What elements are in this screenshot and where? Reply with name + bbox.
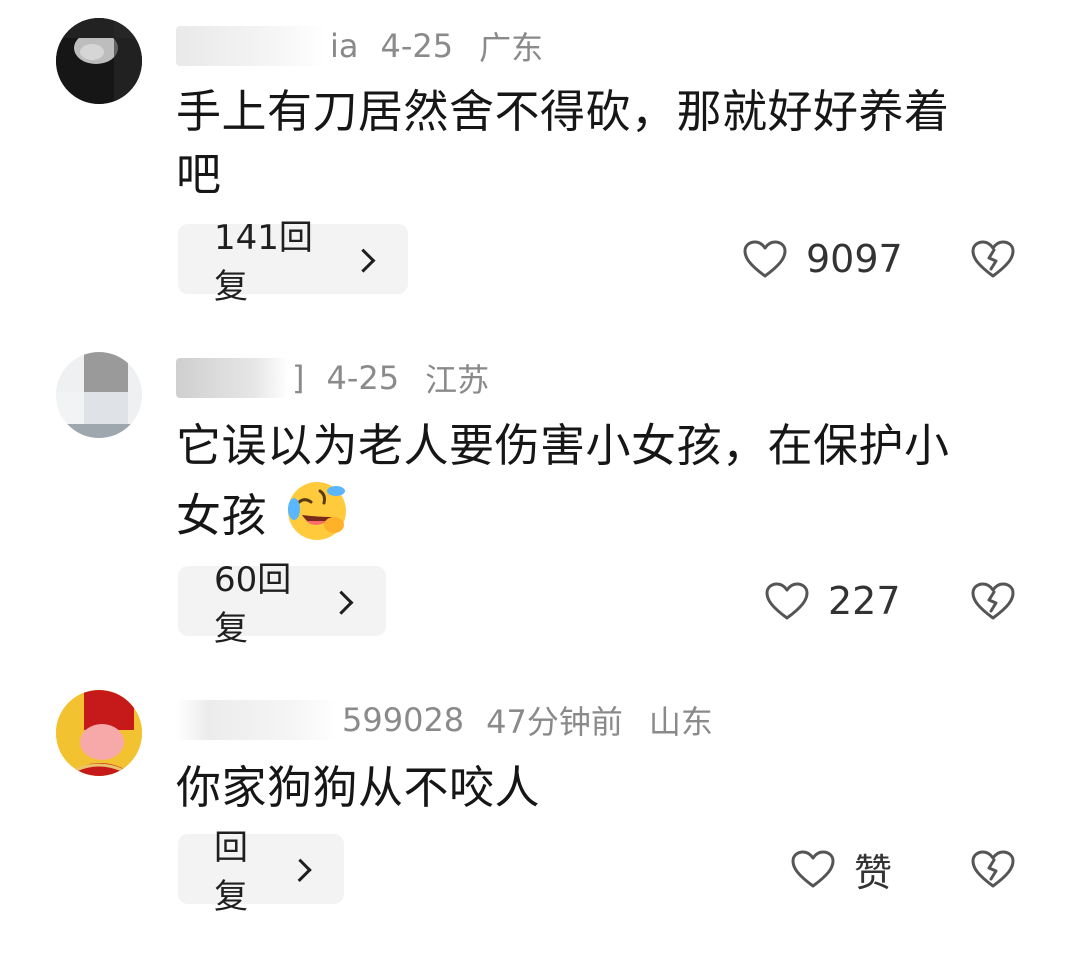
like-button[interactable]: 227 — [764, 566, 901, 636]
like-label: 赞 — [854, 850, 893, 895]
dislike-button[interactable] — [970, 224, 1016, 294]
comment-meta: ] 4-25 江苏 — [176, 356, 515, 400]
comment-text-line: 你家狗狗从不咬人 — [176, 761, 541, 814]
comment-date: 4-25 — [326, 359, 400, 397]
heart-outline-icon — [765, 582, 809, 620]
like-count: 9097 — [806, 237, 903, 281]
broken-heart-icon — [971, 582, 1015, 620]
avatar[interactable] — [56, 690, 142, 776]
avatar-image — [56, 352, 142, 438]
like-button[interactable]: 赞 — [790, 834, 892, 904]
comment-meta: ia 4-25 广东 — [176, 24, 569, 68]
chevron-right-icon — [329, 590, 354, 614]
username-blurred — [176, 700, 338, 740]
reply-button[interactable]: 60回复 — [178, 560, 386, 649]
comment-location: 江苏 — [425, 361, 490, 399]
dislike-button[interactable] — [970, 834, 1016, 904]
comment-text-line-with-emoji: 女孩 — [176, 477, 1006, 547]
comment-location: 广东 — [479, 29, 544, 67]
reply-button[interactable]: 回复 — [178, 828, 344, 917]
username-fragment[interactable]: ] — [292, 359, 304, 397]
broken-heart-icon — [971, 240, 1015, 278]
like-count: 227 — [828, 579, 901, 623]
broken-heart-icon — [971, 850, 1015, 888]
reply-button[interactable]: 141回复 — [178, 218, 408, 307]
heart-outline-icon — [791, 850, 835, 888]
comment-text-line: 它误以为老人要伤害小女孩，在保护小 — [176, 419, 950, 472]
comment-text-line: 手上有刀居然舍不得砍，那就好好养着 — [176, 85, 950, 138]
avatar[interactable] — [56, 18, 142, 104]
comment-text: 你家狗狗从不咬人 — [176, 756, 1006, 819]
username-blurred — [176, 26, 326, 66]
avatar[interactable] — [56, 352, 142, 438]
username-fragment[interactable]: 599028 — [342, 701, 464, 739]
comment-date: 47分钟前 — [486, 703, 623, 741]
avatar-image — [56, 690, 142, 776]
username-blurred — [176, 358, 288, 398]
comment-date: 4-25 — [380, 27, 454, 65]
avatar-image — [56, 18, 142, 104]
reply-label: 回复 — [214, 828, 248, 917]
username-fragment[interactable]: ia — [330, 27, 359, 65]
like-button[interactable]: 9097 — [742, 224, 903, 294]
chevron-right-icon — [351, 248, 376, 272]
comment-meta: 599028 47分钟前 山东 — [176, 698, 739, 742]
dislike-button[interactable] — [970, 566, 1016, 636]
comment-text-line: 吧 — [176, 148, 222, 201]
chevron-right-icon — [287, 858, 312, 882]
comment-text: 它误以为老人要伤害小女孩，在保护小 女孩 — [176, 414, 1006, 547]
heart-outline-icon — [743, 240, 787, 278]
comment-text-line: 女孩 — [176, 489, 268, 542]
reply-label: 141回复 — [214, 218, 313, 307]
reply-label: 60回复 — [214, 560, 292, 649]
comment-text: 手上有刀居然舍不得砍，那就好好养着 吧 — [176, 80, 1006, 206]
rolling-on-floor-laughing-icon — [287, 482, 346, 540]
comment-location: 山东 — [648, 703, 713, 741]
